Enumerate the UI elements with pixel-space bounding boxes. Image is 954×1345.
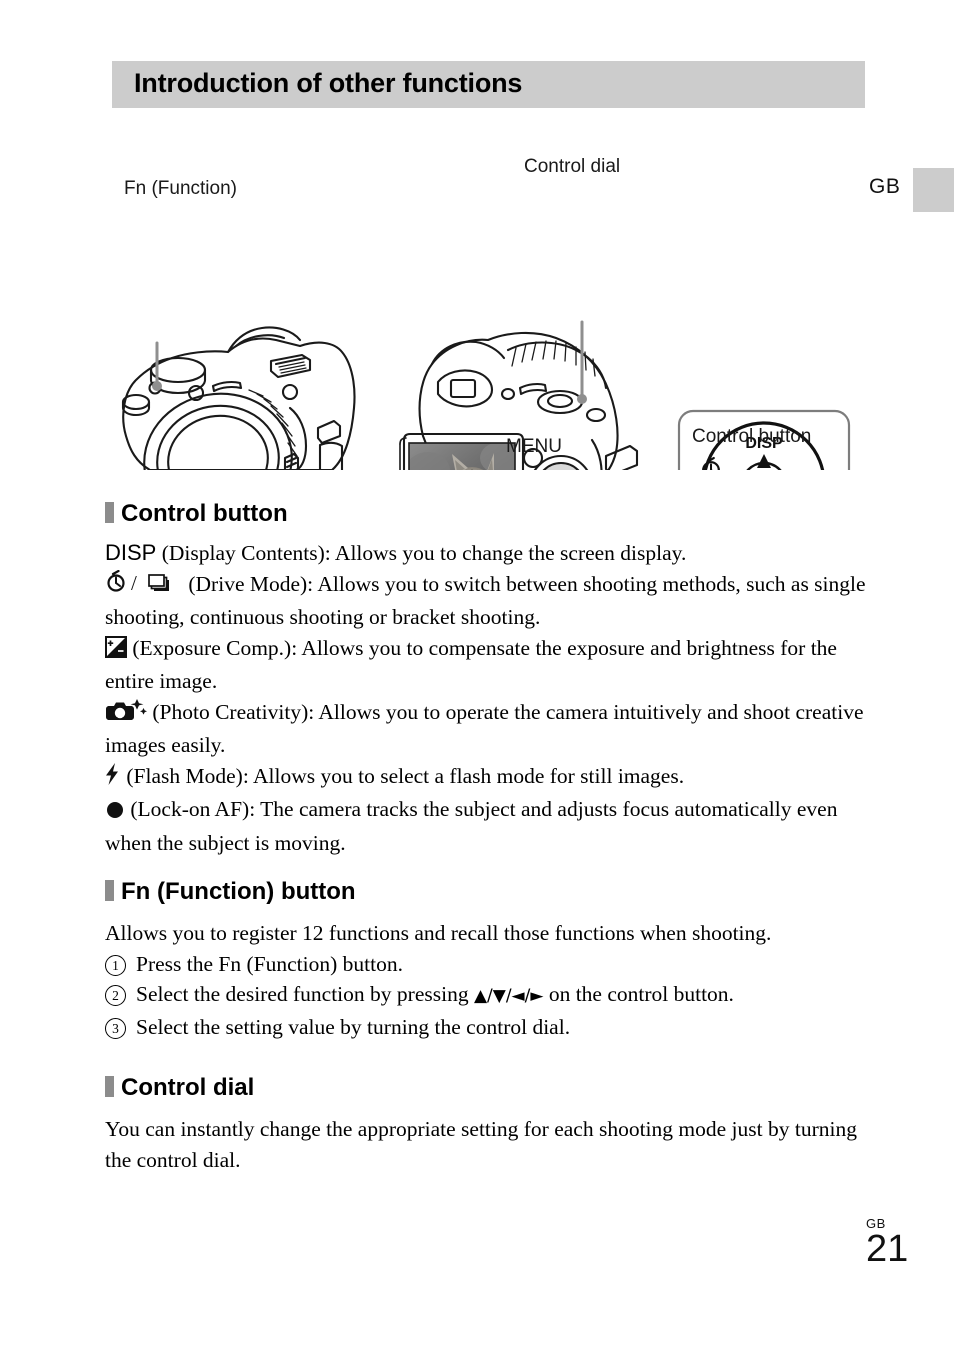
exposure-comp-text: (Exposure Comp.): Allows you to compensa…: [105, 635, 837, 694]
control-button-body: DISP (Display Contents): Allows you to c…: [105, 538, 873, 858]
step-number-1: 1: [105, 954, 126, 976]
step-text-2-before: Select the desired function by pressing: [136, 982, 474, 1006]
list-item: 3 Select the setting value by turning th…: [105, 1012, 873, 1043]
para-photo-creativity: (Photo Creativity): Allows you to operat…: [105, 697, 873, 761]
direction-arrows-icon: ▲/▼/◄/►: [473, 986, 544, 1006]
heading-fn-function-button: Fn (Function) button: [105, 878, 356, 906]
control-dial-text: You can instantly change the appropriate…: [105, 1117, 857, 1172]
fn-steps-list: 1 Press the Fn (Function) button. 2 Sele…: [105, 949, 873, 1043]
drive-mode-icons: /: [105, 569, 183, 603]
fn-intro-text: Allows you to register 12 functions and …: [105, 921, 772, 945]
step-text-2-after: on the control button.: [543, 982, 734, 1006]
photo-creativity-icon: [105, 698, 147, 731]
burst-icon: [148, 573, 169, 591]
disp-lead-label: DISP: [105, 540, 157, 565]
self-timer-icon: [107, 569, 125, 592]
callout-menu: MENU: [506, 436, 562, 457]
list-item: 1 Press the Fn (Function) button.: [105, 949, 873, 980]
step-text-3: Select the setting value by turning the …: [136, 1014, 571, 1039]
callout-control-button: Control button: [692, 426, 812, 447]
slash-separator: /: [131, 571, 137, 594]
lock-on-af-text: (Lock-on AF): The camera tracks the subj…: [105, 797, 838, 855]
step-number-2: 2: [105, 985, 126, 1007]
photo-creativity-text: (Photo Creativity): Allows you to operat…: [105, 699, 864, 758]
lcd-cat-photo: [409, 443, 515, 521]
callout-control-dial: Control dial: [524, 156, 621, 177]
drive-mode-text: (Drive Mode): Allows you to switch betwe…: [105, 571, 866, 630]
fn-function-body: Allows you to register 12 functions and …: [105, 918, 873, 1042]
flash-icon: [105, 762, 121, 795]
para-drive-mode: / (Drive Mode): Allows you to switch bet…: [105, 569, 873, 633]
heading-bar-icon: [105, 1076, 114, 1097]
exposure-comp-icon: [105, 635, 127, 667]
heading-control-dial: Control dial: [105, 1074, 254, 1102]
step-text-1: Press the Fn (Function) button.: [136, 951, 403, 976]
page-number: 21: [866, 1228, 909, 1270]
step-number-3: 3: [105, 1017, 126, 1039]
callout-fn-function: Fn (Function): [124, 178, 237, 199]
flash-mode-text: (Flash Mode): Allows you to select a fla…: [121, 763, 685, 788]
lock-on-af-icon: [105, 797, 125, 828]
step-text-2: Select the desired function by pressing …: [136, 979, 734, 1012]
para-disp: DISP (Display Contents): Allows you to c…: [105, 538, 873, 569]
para-exposure-comp: (Exposure Comp.): Allows you to compensa…: [105, 633, 873, 697]
para-lock-on-af: (Lock-on AF): The camera tracks the subj…: [105, 794, 873, 858]
list-item: 2 Select the desired function by pressin…: [105, 979, 873, 1012]
para-flash-mode: (Flash Mode): Allows you to select a fla…: [105, 761, 873, 795]
heading-control-button: Control button: [105, 500, 288, 528]
heading-bar-icon: [105, 502, 114, 523]
page-title: Introduction of other functions: [134, 68, 523, 98]
disp-text: (Display Contents): Allows you to change…: [156, 541, 687, 565]
heading-bar-icon: [105, 880, 114, 901]
control-dial-body: You can instantly change the appropriate…: [105, 1114, 873, 1175]
